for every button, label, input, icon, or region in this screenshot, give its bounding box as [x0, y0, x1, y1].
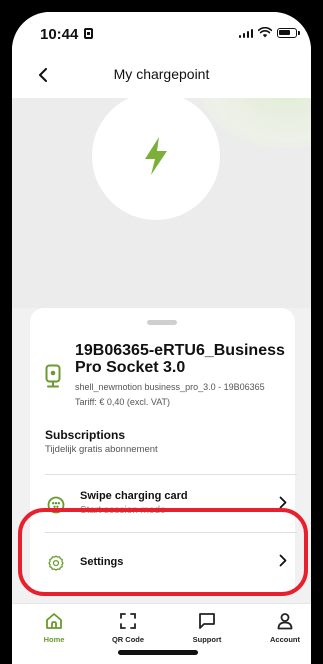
home-icon [46, 613, 62, 629]
nav-qr-code[interactable]: QR Code [96, 612, 160, 644]
charging-card-icon [47, 496, 65, 514]
nav-home-label: Home [43, 635, 65, 644]
swipe-charging-card-sublabel: Start session mode [80, 505, 166, 516]
chevron-right-icon [279, 496, 287, 509]
app-header: My chargepoint [12, 52, 311, 98]
status-bar: 10:44 [12, 12, 311, 52]
charger-status-circle [92, 98, 220, 220]
battery-icon [277, 27, 300, 38]
charger-tariff: Tariff: € 0,40 (excl. VAT) [75, 397, 171, 407]
gear-icon [48, 555, 64, 571]
settings-label: Settings [80, 556, 124, 568]
charger-name: 19B06365-eRTU6_Business Pro Socket 3.0 [75, 342, 285, 376]
lightning-bolt-icon [145, 137, 167, 175]
chevron-left-icon [39, 68, 47, 82]
location-pin-icon [45, 364, 61, 388]
chargepoint-hero [12, 98, 311, 308]
swipe-charging-card-label: Swipe charging card [80, 490, 188, 502]
status-icons [238, 27, 300, 38]
subscriptions-value: Tijdelijk gratis abonnement [45, 444, 158, 455]
cellular-signal-icon [238, 28, 253, 38]
home-indicator [118, 650, 198, 655]
nav-home[interactable]: Home [22, 612, 86, 644]
divider [45, 474, 297, 475]
nav-qr-code-label: QR Code [111, 635, 145, 644]
wifi-icon [258, 27, 272, 38]
chargepoint-details-card: 19B06365-eRTU6_Business Pro Socket 3.0 s… [30, 308, 297, 593]
back-button[interactable] [30, 62, 56, 88]
user-icon [277, 613, 293, 630]
sim-card-icon [84, 28, 93, 39]
swipe-charging-card-row[interactable]: Swipe charging card Start session mode [30, 484, 295, 524]
status-time: 10:44 [40, 26, 79, 43]
nav-support[interactable]: Support [175, 612, 239, 644]
charger-id: shell_newmotion business_pro_3.0 - 19B06… [75, 382, 265, 392]
qr-scan-icon [120, 613, 136, 629]
page-title: My chargepoint [113, 66, 210, 82]
drag-handle[interactable] [147, 320, 177, 325]
divider [45, 532, 297, 533]
settings-row[interactable]: Settings [30, 542, 295, 582]
nav-account[interactable]: Account [253, 612, 311, 644]
subscriptions-title: Subscriptions [45, 428, 126, 442]
chevron-right-icon [279, 554, 287, 567]
nav-account-label: Account [270, 635, 300, 644]
phone-screen: 10:44 My chargepoint 19B06365-eRTU6_Busi… [12, 12, 311, 664]
nav-support-label: Support [192, 635, 222, 644]
chat-icon [199, 613, 215, 629]
